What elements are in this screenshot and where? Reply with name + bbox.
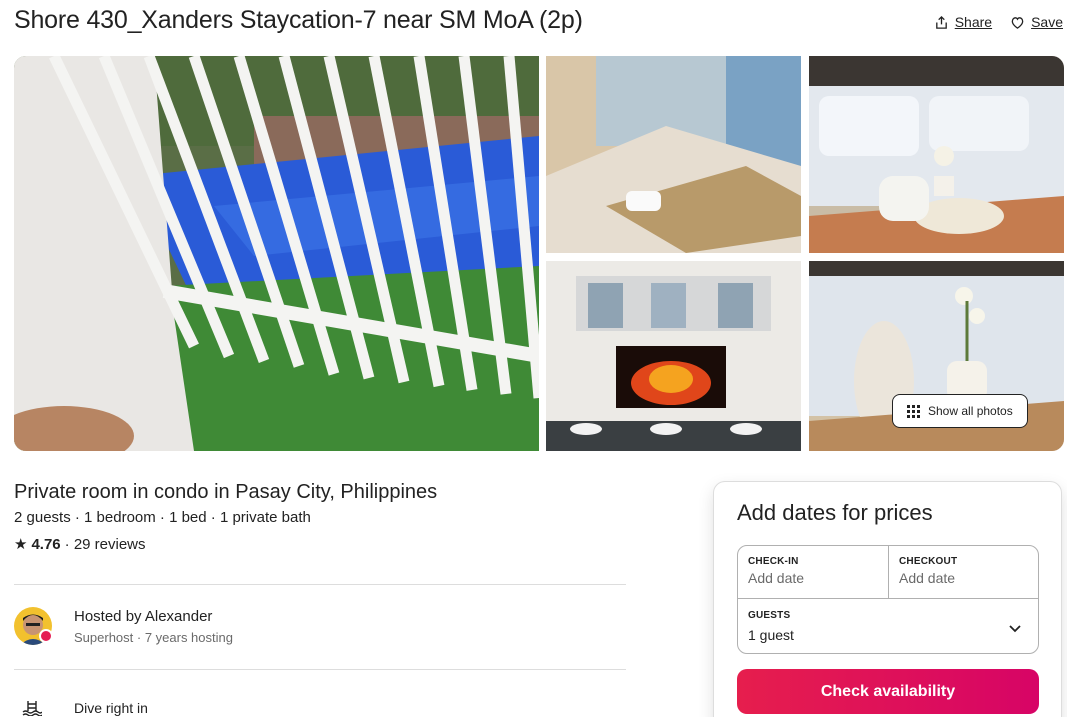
grid-dots-icon (907, 404, 920, 418)
guests-select[interactable]: GUESTS 1 guest (738, 598, 1038, 654)
listing-subtitle: Private room in condo in Pasay City, Phi… (14, 481, 438, 503)
star-icon: ★ (14, 536, 28, 553)
listing-title: Shore 430_Xanders Staycation-7 near SM M… (14, 6, 583, 34)
checkin-value: Add date (748, 570, 805, 586)
photo-bed-towels[interactable] (809, 56, 1064, 253)
divider (14, 669, 626, 670)
checkout-value: Add date (899, 570, 956, 586)
checkin-label: CHECK-IN (748, 556, 799, 567)
reviews-link[interactable]: · 29 reviews (65, 536, 146, 553)
show-all-photos-button[interactable]: Show all photos (892, 394, 1028, 428)
guests-value: 1 guest (748, 627, 794, 643)
top-actions: Share Save (934, 14, 1063, 30)
share-icon (935, 15, 947, 29)
chevron-down-icon (1009, 625, 1021, 633)
booking-title: Add dates for prices (737, 500, 933, 525)
rating-value: 4.76 (31, 535, 61, 553)
listing-details: 2 guests · 1 bedroom · 1 bed · 1 private… (14, 509, 311, 526)
booking-card: Add dates for prices CHECK-IN Add date C… (713, 481, 1062, 717)
checkout-field[interactable]: CHECKOUT Add date (889, 546, 1039, 598)
photo-tv-fireplace[interactable] (546, 261, 801, 451)
rating-summary: ★ 4.76 · 29 reviews (14, 535, 146, 554)
save-label: Save (1031, 14, 1063, 30)
share-button[interactable]: Share (934, 14, 992, 30)
highlight-title: Dive right in (74, 700, 148, 716)
checkout-label: CHECKOUT (899, 556, 958, 567)
heart-icon (1011, 16, 1024, 29)
guests-label: GUESTS (748, 610, 791, 621)
host-name: Hosted by Alexander (74, 608, 213, 625)
date-picker: CHECK-IN Add date CHECKOUT Add date GUES… (737, 545, 1039, 654)
pool-icon (22, 701, 42, 716)
photo-bedroom-curtain[interactable] (546, 56, 801, 253)
share-label: Share (954, 14, 993, 30)
photo-balcony-pool[interactable] (14, 56, 539, 451)
superhost-badge (39, 629, 53, 643)
show-all-photos-label: Show all photos (928, 404, 1013, 418)
save-button[interactable]: Save (1010, 14, 1063, 30)
check-availability-button[interactable]: Check availability (737, 669, 1039, 714)
host-subtitle: Superhost · 7 years hosting (74, 630, 233, 645)
checkin-field[interactable]: CHECK-IN Add date (738, 546, 889, 598)
photo-gallery (14, 56, 1064, 451)
divider (14, 584, 626, 585)
